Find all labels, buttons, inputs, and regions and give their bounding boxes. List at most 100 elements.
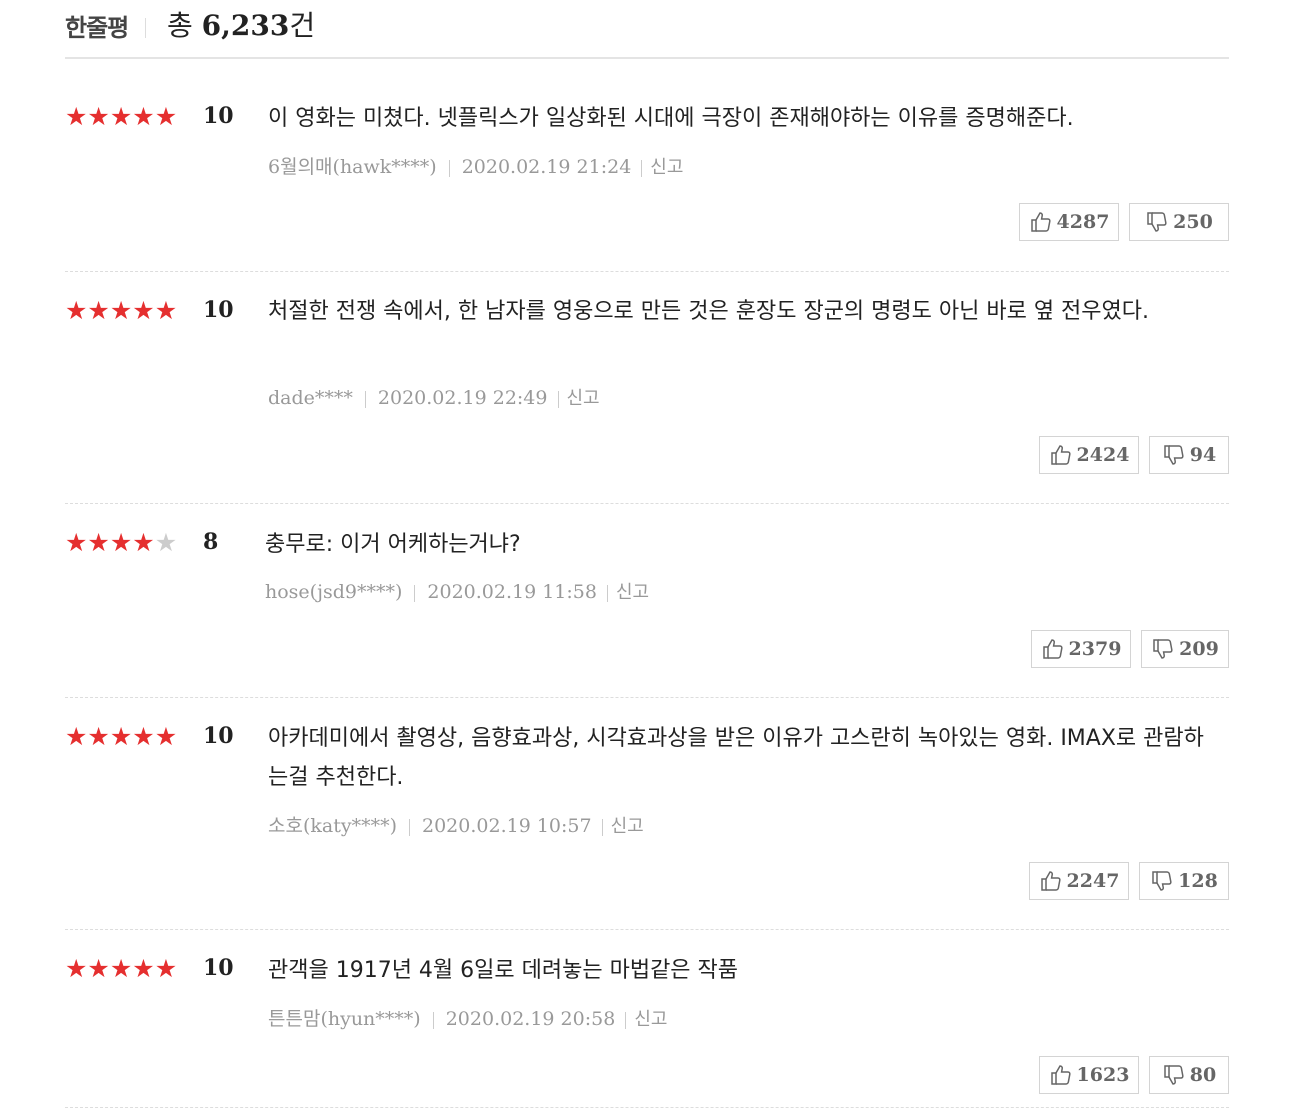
dislike-button[interactable]: 209 bbox=[1141, 630, 1229, 668]
star-filled-icon: ★ bbox=[132, 296, 155, 325]
star-filled-icon: ★ bbox=[154, 722, 178, 751]
dislike-button[interactable]: 80 bbox=[1149, 1056, 1229, 1094]
thumbs-down-icon bbox=[1162, 1063, 1186, 1087]
vote-buttons: 2247 128 bbox=[1029, 862, 1229, 900]
report-link[interactable]: 신고 bbox=[567, 388, 600, 409]
star-filled-icon: ★ bbox=[154, 296, 178, 325]
star-filled-icon: ★ bbox=[87, 722, 110, 751]
star-filled-icon: ★ bbox=[87, 954, 110, 983]
meta-divider bbox=[448, 159, 450, 177]
review-item: ★★★★★ 10 이 영화는 미쳤다. 넷플릭스가 일상화된 시대에 극장이 존… bbox=[65, 58, 1229, 272]
like-count: 4287 bbox=[1056, 211, 1110, 233]
meta-divider bbox=[625, 1011, 627, 1029]
meta-divider bbox=[432, 1011, 434, 1029]
thumbs-up-icon bbox=[1039, 869, 1063, 893]
star-filled-icon: ★ bbox=[87, 296, 110, 325]
rating-stars: ★★★★★ bbox=[65, 298, 177, 323]
review-meta: hose(jsd9****) 2020.02.19 11:58 신고 bbox=[265, 578, 649, 604]
thumbs-down-icon bbox=[1162, 443, 1186, 467]
like-count: 1623 bbox=[1076, 1064, 1130, 1086]
rating-stars: ★★★★★ bbox=[65, 530, 177, 555]
star-filled-icon: ★ bbox=[132, 102, 155, 131]
dislike-count: 80 bbox=[1189, 1064, 1217, 1086]
rating-stars: ★★★★★ bbox=[65, 956, 177, 981]
rating-score: 10 bbox=[203, 103, 234, 129]
dislike-count: 209 bbox=[1179, 638, 1219, 660]
total-count: 6,233 bbox=[201, 9, 290, 42]
thumbs-down-icon bbox=[1145, 210, 1169, 234]
star-filled-icon: ★ bbox=[109, 528, 133, 557]
vote-buttons: 4287 250 bbox=[1019, 203, 1229, 241]
review-item: ★★★★★ 8 충무로: 이거 어케하는거냐? hose(jsd9****) 20… bbox=[65, 504, 1229, 698]
like-button[interactable]: 4287 bbox=[1019, 203, 1119, 241]
review-text: 이 영화는 미쳤다. 넷플릭스가 일상화된 시대에 극장이 존재해야하는 이유를… bbox=[268, 106, 1074, 131]
like-button[interactable]: 2379 bbox=[1031, 630, 1131, 668]
vote-buttons: 1623 80 bbox=[1039, 1056, 1229, 1094]
review-text: 처절한 전쟁 속에서, 한 남자를 영웅으로 만든 것은 훈장도 장군의 명령도… bbox=[268, 299, 1150, 324]
like-button[interactable]: 2424 bbox=[1039, 436, 1139, 474]
review-datetime: 2020.02.19 21:24 bbox=[461, 156, 632, 178]
dislike-button[interactable]: 94 bbox=[1149, 436, 1229, 474]
thumbs-up-icon bbox=[1029, 210, 1053, 234]
star-filled-icon: ★ bbox=[154, 954, 178, 983]
dislike-button[interactable]: 128 bbox=[1139, 862, 1229, 900]
review-author: 소호(katy****) bbox=[268, 815, 397, 837]
like-button[interactable]: 2247 bbox=[1029, 862, 1129, 900]
star-filled-icon: ★ bbox=[87, 102, 110, 131]
total-suffix: 건 bbox=[289, 9, 316, 42]
report-link[interactable]: 신고 bbox=[650, 157, 683, 178]
star-filled-icon: ★ bbox=[65, 722, 88, 751]
review-item: ★★★★★ 10 처절한 전쟁 속에서, 한 남자를 영웅으로 만든 것은 훈장… bbox=[65, 272, 1229, 504]
like-count: 2247 bbox=[1066, 870, 1120, 892]
thumbs-down-icon bbox=[1150, 869, 1174, 893]
report-link[interactable]: 신고 bbox=[634, 1009, 667, 1030]
star-filled-icon: ★ bbox=[65, 102, 88, 131]
review-author: 6월의매(hawk****) bbox=[268, 156, 437, 178]
rating-stars: ★★★★★ bbox=[65, 724, 177, 749]
star-filled-icon: ★ bbox=[132, 954, 155, 983]
rating-stars: ★★★★★ bbox=[65, 104, 177, 129]
review-item: ★★★★★ 10 아카데미에서 촬영상, 음향효과상, 시각효과상을 받은 이유… bbox=[65, 698, 1229, 930]
review-author: hose(jsd9****) bbox=[265, 581, 403, 603]
star-filled-icon: ★ bbox=[65, 954, 88, 983]
review-total: 총 6,233건 bbox=[167, 4, 315, 44]
meta-divider bbox=[414, 584, 416, 602]
thumbs-down-icon bbox=[1151, 637, 1175, 661]
thumbs-up-icon bbox=[1049, 1063, 1073, 1087]
dislike-button[interactable]: 250 bbox=[1129, 203, 1229, 241]
review-author: dade**** bbox=[268, 387, 353, 409]
review-datetime: 2020.02.19 10:57 bbox=[422, 815, 592, 837]
star-filled-icon: ★ bbox=[109, 102, 133, 131]
section-title: 한줄평 bbox=[65, 14, 129, 42]
thumbs-up-icon bbox=[1041, 637, 1065, 661]
vote-buttons: 2424 94 bbox=[1039, 436, 1229, 474]
thumbs-up-icon bbox=[1049, 443, 1073, 467]
dislike-count: 128 bbox=[1178, 870, 1218, 892]
star-filled-icon: ★ bbox=[65, 296, 88, 325]
review-author: 튼튼맘(hyun****) bbox=[268, 1008, 421, 1030]
star-filled-icon: ★ bbox=[109, 954, 133, 983]
report-link[interactable]: 신고 bbox=[616, 582, 649, 603]
review-meta: dade**** 2020.02.19 22:49 신고 bbox=[268, 384, 600, 410]
rating-score: 10 bbox=[203, 297, 234, 323]
report-link[interactable]: 신고 bbox=[611, 816, 644, 837]
like-button[interactable]: 1623 bbox=[1039, 1056, 1139, 1094]
review-meta: 소호(katy****) 2020.02.19 10:57 신고 bbox=[268, 811, 644, 838]
review-text: 아카데미에서 촬영상, 음향효과상, 시각효과상을 받은 이유가 고스란히 녹아… bbox=[268, 726, 1204, 790]
review-datetime: 2020.02.19 22:49 bbox=[377, 387, 548, 409]
rating-score: 8 bbox=[203, 529, 219, 555]
header-divider bbox=[145, 18, 146, 38]
review-meta: 튼튼맘(hyun****) 2020.02.19 20:58 신고 bbox=[268, 1004, 667, 1031]
review-text: 충무로: 이거 어케하는거냐? bbox=[265, 532, 521, 557]
review-datetime: 2020.02.19 11:58 bbox=[427, 581, 597, 603]
section-header: 한줄평 총 6,233건 bbox=[65, 0, 1229, 59]
star-filled-icon: ★ bbox=[132, 722, 155, 751]
star-filled-icon: ★ bbox=[154, 102, 178, 131]
like-count: 2379 bbox=[1068, 638, 1122, 660]
star-filled-icon: ★ bbox=[87, 528, 110, 557]
star-filled-icon: ★ bbox=[109, 296, 133, 325]
total-prefix: 총 bbox=[167, 9, 202, 42]
meta-divider bbox=[409, 818, 410, 836]
review-meta: 6월의매(hawk****) 2020.02.19 21:24 신고 bbox=[268, 152, 683, 179]
review-item: ★★★★★ 10 관객을 1917년 4월 6일로 데려놓는 마법같은 작품 튼… bbox=[65, 930, 1229, 1108]
